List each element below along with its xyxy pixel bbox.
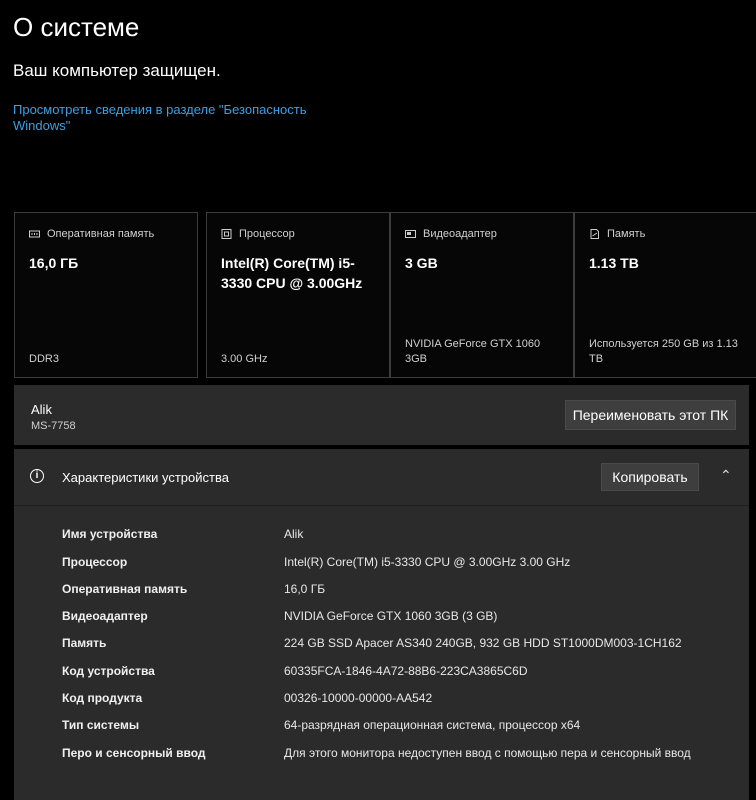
card-storage: Память 1.13 TB Используется 250 GB из 1.… <box>574 212 756 378</box>
card-sub: 3.00 GHz <box>221 353 268 365</box>
spec-value: 16,0 ГБ <box>284 582 326 596</box>
graphics-card-icon <box>405 230 416 238</box>
spec-value: 64-разрядная операционная система, проце… <box>284 718 581 732</box>
spec-key: Перо и сенсорный ввод <box>62 746 206 760</box>
pc-name: Alik <box>31 402 52 417</box>
spec-key: Тип системы <box>62 718 140 732</box>
card-label: Процессор <box>239 228 295 240</box>
spec-key: Имя устройства <box>62 527 158 541</box>
pc-model: MS-7758 <box>31 420 76 432</box>
device-specs-header[interactable]: i Характеристики устройства Копировать ⌃ <box>14 449 749 506</box>
spec-value: 224 GB SSD Apacer AS340 240GB, 932 GB HD… <box>284 636 682 650</box>
card-value: 3 GB <box>405 255 438 271</box>
spec-key: Память <box>62 636 107 650</box>
spec-value: 60335FCA-1846-4A72-88B6-223CA3865C6D <box>284 664 528 678</box>
card-value: 1.13 TB <box>589 255 639 271</box>
card-label: Память <box>607 228 646 240</box>
pc-name-bar: Alik MS-7758 Переименовать этот ПК <box>14 385 749 445</box>
rename-pc-button[interactable]: Переименовать этот ПК <box>565 400 736 430</box>
card-value: 16,0 ГБ <box>29 255 79 271</box>
spec-value: NVIDIA GeForce GTX 1060 3GB (3 GB) <box>284 609 498 623</box>
security-link[interactable]: Просмотреть сведения в разделе "Безопасн… <box>13 102 323 134</box>
card-label: Оперативная память <box>47 228 155 240</box>
card-value: Intel(R) Core(TM) i5-3330 CPU @ 3.00GHz <box>221 255 363 291</box>
spec-value: Для этого монитора недоступен ввод с пом… <box>284 746 691 760</box>
spec-key: Процессор <box>62 555 128 569</box>
spec-key: Видеоадаптер <box>62 609 148 623</box>
info-icon: i <box>30 469 44 483</box>
card-sub: DDR3 <box>29 353 59 365</box>
card-sub: Используется 250 GB из 1.13 TB <box>589 338 738 365</box>
processor-icon <box>221 229 232 239</box>
storage-icon <box>590 229 599 239</box>
spec-key: Оперативная память <box>62 582 188 596</box>
card-processor: Процессор Intel(R) Core(TM) i5-3330 CPU … <box>206 212 390 378</box>
spec-value: Intel(R) Core(TM) i5-3330 CPU @ 3.00GHz … <box>284 555 571 569</box>
spec-key: Код продукта <box>62 691 143 705</box>
chevron-up-icon[interactable]: ⌃ <box>720 467 732 484</box>
copy-button[interactable]: Копировать <box>601 463 699 491</box>
memory-icon <box>29 230 40 238</box>
card-graphics: Видеоадаптер 3 GB NVIDIA GeForce GTX 106… <box>390 212 574 378</box>
protection-status: Ваш компьютер защищен. <box>13 61 221 80</box>
hardware-cards: Оперативная память 16,0 ГБ DDR3 Процессо… <box>14 212 756 378</box>
card-sub: NVIDIA GeForce GTX 1060 3GB <box>405 338 541 365</box>
card-label: Видеоадаптер <box>423 228 497 240</box>
page-title: О системе <box>13 12 140 42</box>
card-memory: Оперативная память 16,0 ГБ DDR3 <box>14 212 198 378</box>
spec-value: 00326-10000-00000-AA542 <box>284 691 433 705</box>
device-specs-title: Характеристики устройства <box>62 470 229 485</box>
device-specs-panel: i Характеристики устройства Копировать ⌃… <box>14 449 749 800</box>
spec-key: Код устройства <box>62 664 155 678</box>
spec-value: Alik <box>284 527 304 541</box>
